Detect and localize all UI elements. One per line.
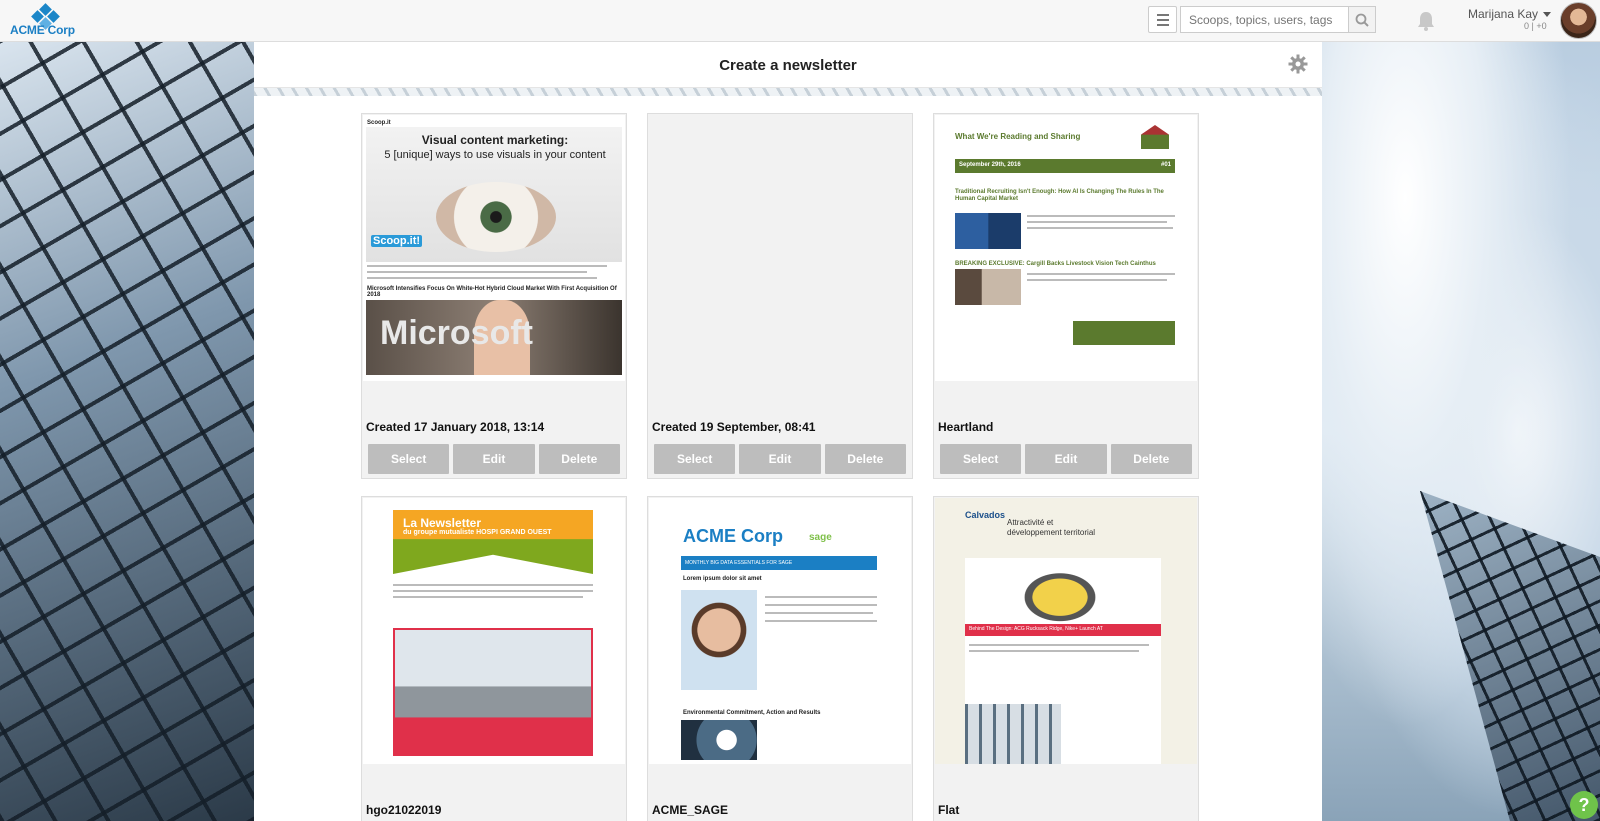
template-name: ACME_SAGE [652, 803, 729, 817]
panel-header: Create a newsletter [254, 42, 1322, 88]
background-right [1322, 42, 1600, 821]
template-card: Scoop.it Visual content marketing: 5 [un… [361, 113, 627, 479]
background-tower [1420, 491, 1600, 821]
template-preview[interactable] [649, 115, 911, 381]
template-preview[interactable]: What We're Reading and Sharing September… [935, 115, 1197, 381]
chevron-down-icon [1543, 12, 1552, 18]
preview-image [955, 269, 1021, 305]
hamburger-icon [1156, 13, 1169, 16]
logo-diamonds-icon [31, 3, 60, 30]
template-name: Heartland [938, 420, 994, 434]
preview-image [681, 720, 757, 760]
preview-image: Microsoft [366, 300, 622, 375]
acme-logo[interactable]: ACME Corp [10, 3, 80, 37]
user-menu[interactable]: Marijana Kay [1468, 7, 1552, 21]
heartland-logo [1141, 125, 1169, 149]
user-score: 0 | +0 [1524, 21, 1547, 31]
preview-image [681, 590, 757, 690]
bell-icon[interactable] [1416, 10, 1436, 32]
edit-button[interactable]: Edit [1025, 444, 1107, 474]
page-title: Create a newsletter [719, 57, 857, 74]
template-name: hgo21022019 [366, 803, 442, 817]
user-name: Marijana Kay [1468, 7, 1539, 21]
template-card: Created 19 September, 08:41 Select Edit … [647, 113, 913, 479]
template-name: Created 19 September, 08:41 [652, 420, 816, 434]
preview-image [1005, 560, 1115, 622]
search-button[interactable] [1348, 6, 1376, 33]
edit-button[interactable]: Edit [453, 444, 535, 474]
edit-button[interactable]: Edit [739, 444, 821, 474]
template-name: Flat [938, 803, 960, 817]
search-input[interactable] [1180, 6, 1348, 33]
gear-icon[interactable] [1288, 54, 1308, 74]
template-card: Calvados Attractivité et développement t… [933, 496, 1199, 821]
select-button[interactable]: Select [940, 444, 1022, 474]
delete-button[interactable]: Delete [824, 444, 906, 474]
menu-button[interactable] [1148, 6, 1177, 33]
template-card: What We're Reading and Sharing September… [933, 113, 1199, 479]
template-preview[interactable]: Scoop.it Visual content marketing: 5 [un… [363, 115, 625, 381]
template-card: La Newsletter du groupe mutualiste HOSPI… [361, 496, 627, 821]
preview-image [965, 704, 1061, 764]
template-preview[interactable]: La Newsletter du groupe mutualiste HOSPI… [363, 498, 625, 764]
preview-image [393, 628, 593, 756]
background-left [0, 42, 254, 821]
logo-text: ACME Corp [10, 23, 75, 37]
template-preview[interactable]: ACME Corp sage MONTHLY BIG DATA ESSENTIA… [649, 498, 911, 764]
avatar[interactable] [1560, 2, 1597, 39]
select-button[interactable]: Select [368, 444, 450, 474]
delete-button[interactable]: Delete [1110, 444, 1192, 474]
template-name: Created 17 January 2018, 13:14 [366, 420, 545, 434]
top-bar: ACME Corp Marijana Kay 0 | +0 [0, 0, 1600, 42]
template-card: ACME Corp sage MONTHLY BIG DATA ESSENTIA… [647, 496, 913, 821]
select-button[interactable]: Select [654, 444, 736, 474]
delete-button[interactable]: Delete [538, 444, 620, 474]
eye-image [436, 182, 556, 252]
preview-image [955, 213, 1021, 249]
help-button[interactable]: ? [1570, 791, 1598, 819]
magnifier-icon [1355, 13, 1369, 27]
template-preview[interactable]: Calvados Attractivité et développement t… [935, 498, 1197, 764]
panel-banner-strip [254, 88, 1322, 96]
